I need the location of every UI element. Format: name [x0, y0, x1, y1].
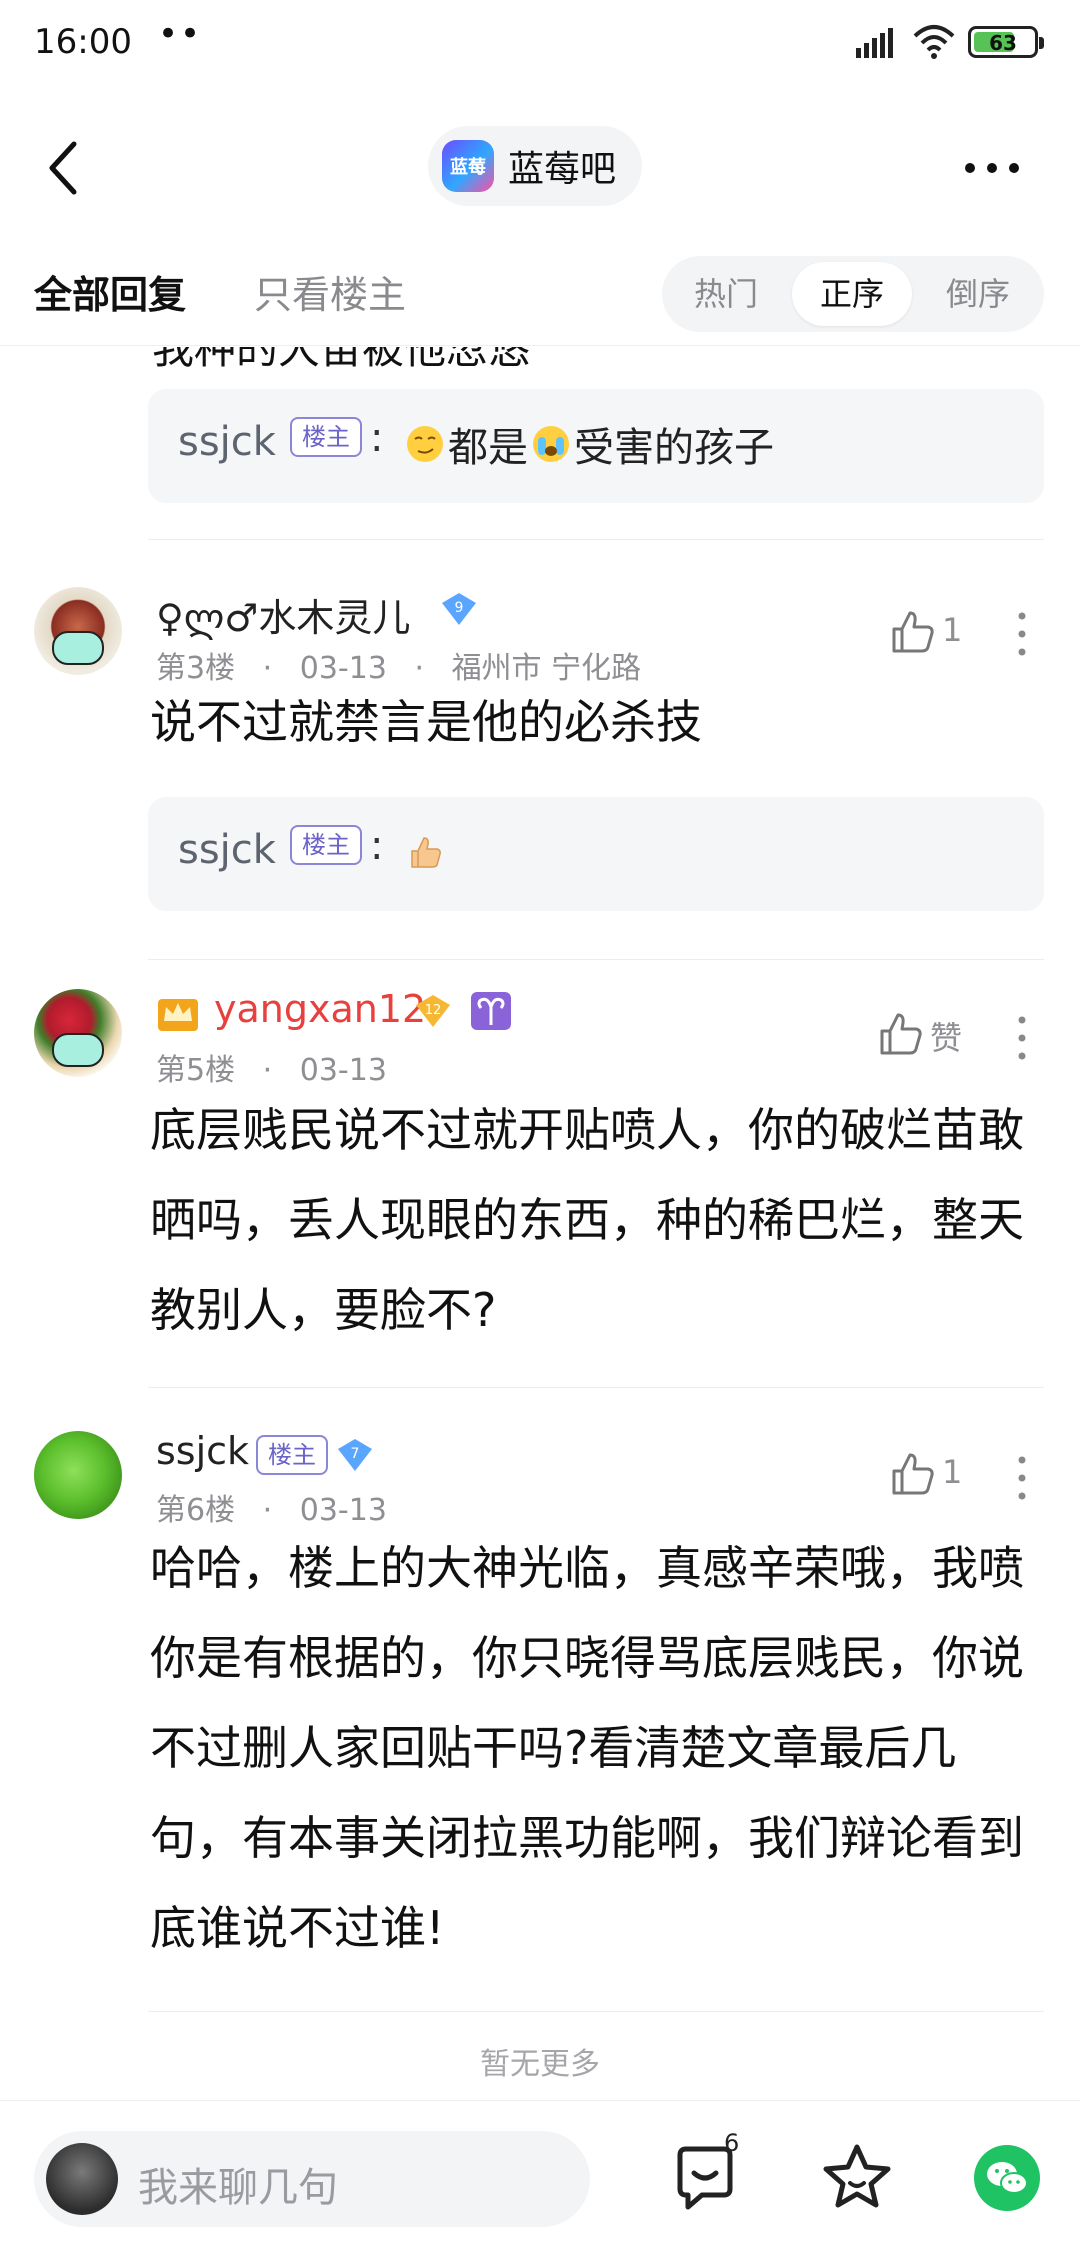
sub-reply-author[interactable]: ssjck: [178, 419, 276, 465]
post-content: 哈哈，楼上的大神光临，真感辛荣哦，我喷你是有根据的，你只晓得骂底层贱民，你说不过…: [150, 1541, 1024, 1955]
divider: [148, 539, 1044, 540]
status-time: 16:00: [34, 22, 132, 62]
comment-input-placeholder: 我来聊几句: [138, 2165, 338, 2211]
sort-hot[interactable]: 热门: [666, 262, 786, 326]
thumbs-up-emoji-icon: [411, 837, 441, 868]
divider: [148, 2011, 1044, 2012]
sub-reply-box[interactable]: ssjck 楼主 :: [148, 797, 1044, 911]
sub-reply-colon: :: [370, 823, 384, 869]
aries-zodiac-icon: [471, 992, 511, 1030]
sub-reply-text-2: 受害的孩子: [574, 425, 774, 471]
signal-icon: [856, 28, 893, 58]
divider: [148, 1387, 1044, 1388]
post-more-icon[interactable]: [1018, 1015, 1026, 1061]
top-nav: 蓝莓 蓝莓吧: [0, 110, 1080, 220]
sub-reply-box[interactable]: ssjck 楼主 : 都是 受害的孩子: [148, 389, 1044, 503]
back-arrow-icon[interactable]: [44, 140, 84, 196]
level-number: 7: [351, 1446, 360, 1462]
wechat-icon: [987, 2162, 1028, 2194]
my-avatar: [46, 2143, 118, 2215]
wifi-icon: [913, 25, 955, 59]
status-bar: 16:00 •• 63: [0, 0, 1080, 90]
level-number: 9: [455, 600, 464, 616]
comment-input[interactable]: 我来聊几句: [34, 2131, 590, 2227]
sub-reply-text: 都是: [448, 425, 528, 471]
battery-icon: 63: [968, 26, 1044, 58]
thumbs-up-icon[interactable]: [878, 1011, 924, 1057]
sort-descending[interactable]: 倒序: [918, 262, 1038, 326]
like-count: 1: [942, 611, 963, 649]
battery-level: 63: [989, 31, 1017, 55]
post-more-icon[interactable]: [1018, 611, 1026, 657]
tab-all-replies[interactable]: 全部回复: [34, 264, 186, 319]
avatar[interactable]: [34, 989, 122, 1077]
level-number: 12: [425, 1003, 442, 1018]
sort-segmented-control: 热门 正序 倒序: [662, 256, 1044, 332]
reply-list[interactable]: 我种的大苗被他忽悠 ssjck 楼主 : 都是 受害的孩子 ♀ლ♂水木灵儿 9 …: [0, 347, 1080, 2100]
crying-emoji-icon: [533, 426, 569, 462]
avatar-mask-decoration: [52, 1033, 104, 1067]
tab-op-only[interactable]: 只看楼主: [254, 264, 406, 319]
avatar[interactable]: [34, 587, 122, 675]
divider: [148, 959, 1044, 960]
forum-title-button[interactable]: 蓝莓 蓝莓吧: [428, 126, 643, 206]
sort-ascending[interactable]: 正序: [792, 262, 912, 326]
more-options-icon[interactable]: [962, 148, 1022, 188]
forum-logo: 蓝莓: [442, 140, 494, 192]
no-more-label: 暂无更多: [480, 2047, 600, 2082]
vip-crown-icon: [158, 999, 198, 1031]
reply-filter-bar: 全部回复 只看楼主 热门 正序 倒序: [0, 250, 1080, 346]
level-badge-icon: 7: [338, 1439, 372, 1471]
sub-reply-colon: :: [370, 415, 384, 461]
op-badge: 楼主: [256, 1435, 328, 1475]
thumbs-up-icon[interactable]: [890, 609, 936, 655]
sub-reply-author[interactable]: ssjck: [178, 827, 276, 873]
thumbs-up-icon[interactable]: [890, 1451, 936, 1497]
post-content: 底层贱民说不过就开贴喷人，你的破烂苗敢晒吗，丢人现眼的东西，种的稀巴烂，整天教别…: [150, 1103, 1024, 1337]
meta-separator: ·: [262, 1053, 273, 1088]
post-content: 说不过就禁言是他的必杀技: [150, 695, 702, 749]
like-count: 1: [942, 1453, 963, 1491]
smirk-emoji-icon: [407, 426, 443, 462]
bottom-action-bar: 我来聊几句 6: [0, 2100, 1080, 2248]
post-more-icon[interactable]: [1018, 1455, 1026, 1501]
forum-name: 蓝莓吧: [508, 149, 617, 190]
wechat-share-button[interactable]: [974, 2145, 1040, 2211]
level-badge-icon: 9: [442, 593, 476, 625]
username[interactable]: ♀ლ♂水木灵儿: [156, 587, 410, 642]
username[interactable]: ssjck: [156, 1429, 249, 1473]
notification-dots: ••: [158, 14, 203, 54]
favorite-star-icon[interactable]: [822, 2143, 892, 2209]
floor-number: 第5楼: [156, 1053, 236, 1088]
level-badge-icon: 12: [416, 995, 450, 1027]
op-badge: 楼主: [290, 825, 362, 865]
avatar[interactable]: [34, 1431, 122, 1519]
post-meta: 第5楼 · 03-13: [156, 1045, 387, 1089]
op-badge: 楼主: [290, 417, 362, 457]
like-label[interactable]: 赞: [930, 1013, 962, 1059]
comment-count: 6: [724, 2129, 740, 2157]
username[interactable]: yangxan12: [214, 987, 426, 1031]
avatar-mask-decoration: [52, 631, 104, 665]
post-date: 03-13: [299, 1053, 387, 1088]
clipped-post-text: 我种的大苗被他忽悠: [152, 347, 531, 373]
